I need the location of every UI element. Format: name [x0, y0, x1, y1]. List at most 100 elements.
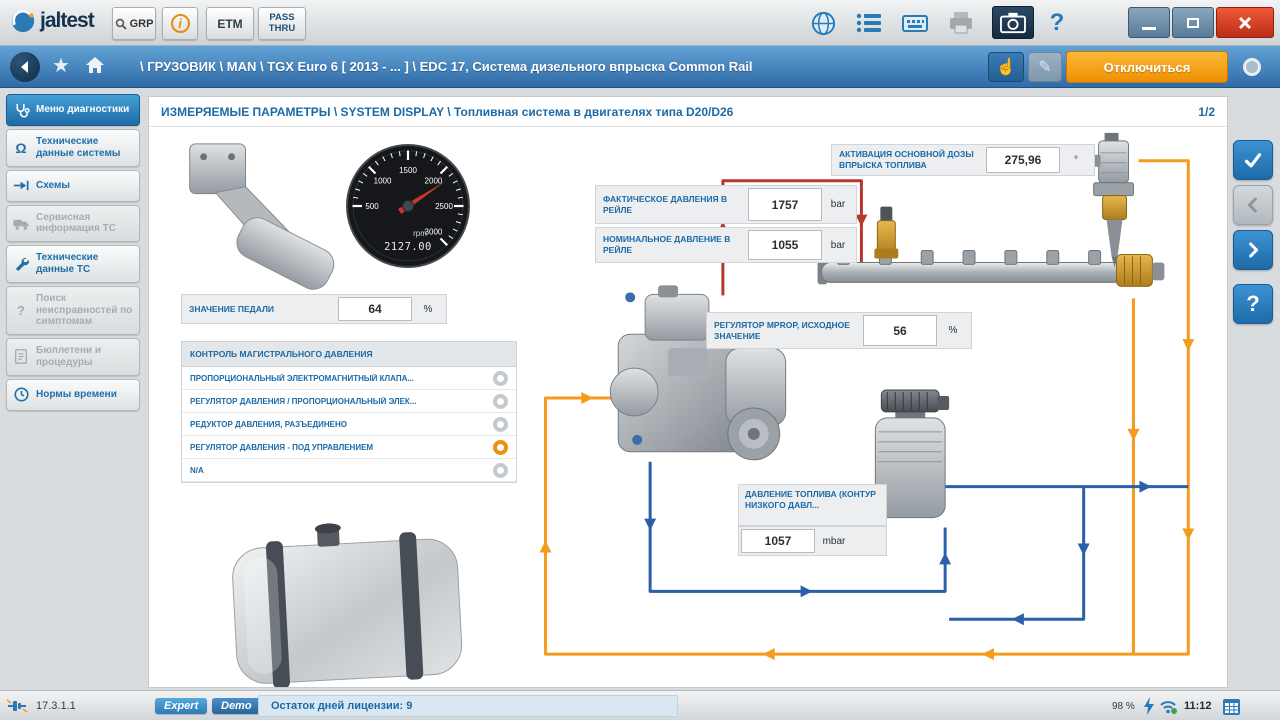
expert-badge: Expert: [155, 691, 208, 720]
pressure-control-option[interactable]: РЕГУЛЯТОР ДАВЛЕНИЯ / ПРОПОРЦИОНАЛЬНЫЙ ЭЛ…: [182, 390, 516, 413]
param-value: 1055: [748, 230, 822, 260]
search-icon: [115, 18, 127, 30]
power-icon: [1143, 691, 1155, 720]
param-label: ЗНАЧЕНИЕ ПЕДАЛИ: [189, 303, 275, 314]
param-unit: %: [423, 303, 433, 315]
print-button[interactable]: [944, 8, 978, 38]
sidebar-menu: Меню диагностики Ω Технические данные си…: [0, 88, 146, 690]
license-days-text: Остаток дней лицензии: 9: [258, 695, 678, 717]
language-globe-button[interactable]: [806, 8, 840, 38]
page-title: ИЗМЕРЯЕМЫЕ ПАРАМЕТРЫ \ SYSTEM DISPLAY \ …: [161, 104, 734, 119]
svg-text:3000: 3000: [425, 227, 443, 236]
info-button[interactable]: i: [162, 7, 198, 40]
sidebar-item-label: Схемы: [36, 179, 70, 191]
common-rail-illustration: [817, 249, 1165, 287]
sidebar-item-label: Нормы времени: [36, 388, 117, 400]
pressure-control-panel: КОНТРОЛЬ МАГИСТРАЛЬНОГО ДАВЛЕНИЯ ПРОПОРЦ…: [181, 341, 517, 483]
report-list-button[interactable]: [852, 8, 886, 38]
param-label: РЕГУЛЯТОР MPROP, ИСХОДНОЕ ЗНАЧЕНИЕ: [714, 319, 850, 341]
sidebar-item-label: Сервисная информация ТС: [36, 211, 116, 235]
printer-icon: [950, 12, 972, 34]
home-button[interactable]: [84, 54, 106, 81]
option-label: ПРОПОРЦИОНАЛЬНЫЙ ЭЛЕКТРОМАГНИТНЫЙ КЛАПА.…: [190, 373, 415, 383]
sidebar-item-time-standards[interactable]: Нормы времени: [6, 378, 140, 411]
top-toolbar: jaltest GRP i ETM PASS THRU ?: [0, 0, 1280, 46]
passthru-button[interactable]: PASS THRU: [258, 7, 306, 40]
globe-icon: [811, 11, 835, 35]
sidebar-item-label: Бюллетени и процедуры: [36, 345, 102, 368]
truck-icon: [11, 214, 31, 232]
calendar-icon[interactable]: [1222, 691, 1241, 720]
close-icon: [1238, 16, 1252, 29]
next-page-button[interactable]: [1233, 230, 1273, 270]
content-title-bar: ИЗМЕРЯЕМЫЕ ПАРАМЕТРЫ \ SYSTEM DISPLAY \ …: [149, 97, 1227, 127]
question-icon: ?: [17, 302, 25, 318]
check-icon: [1244, 153, 1262, 168]
radio-indicator: [493, 416, 508, 432]
version-text: 17.3.1.1: [36, 700, 76, 712]
keyboard-button[interactable]: [898, 8, 932, 38]
svg-text:1000: 1000: [374, 177, 392, 186]
breadcrumb-path: \ ГРУЗОВИК \ MAN \ TGX Euro 6 [ 2013 - .…: [140, 59, 753, 74]
pressure-control-option[interactable]: N/A: [182, 459, 516, 482]
gauge-digital-readout: 2127.00: [384, 241, 432, 253]
param-unit: bar: [830, 199, 846, 210]
window-maximize-button[interactable]: [1172, 7, 1214, 38]
minimize-icon: [1142, 27, 1156, 30]
window-minimize-button[interactable]: [1128, 7, 1170, 38]
pencil-icon: ✎: [1038, 59, 1052, 76]
omega-icon: Ω: [15, 139, 27, 156]
favorite-star-icon[interactable]: ★: [52, 55, 70, 77]
nominal-rail-pressure-param: НОМИНАЛЬНОЕ ДАВЛЕНИЕ В РЕЙЛЕ 1055 bar: [595, 227, 857, 263]
main-content-panel: ИЗМЕРЯЕМЫЕ ПАРАМЕТРЫ \ SYSTEM DISPLAY \ …: [148, 96, 1228, 688]
low-pressure-pipe-blue: [648, 461, 1189, 621]
etm-label: ETM: [217, 16, 243, 31]
home-icon: [86, 57, 104, 73]
pedal-value-param: ЗНАЧЕНИЕ ПЕДАЛИ 64 %: [181, 294, 447, 324]
wrench-icon: [11, 255, 31, 273]
connection-icon: [6, 691, 28, 720]
grp-button[interactable]: GRP: [112, 7, 156, 40]
question-mark-icon: ?: [1246, 291, 1260, 316]
pressure-control-option[interactable]: РЕДУКТОР ДАВЛЕНИЯ, РАЗЪЕДИНЕНО: [182, 413, 516, 436]
back-button[interactable]: [10, 52, 40, 82]
connection-status-led: [1243, 58, 1261, 76]
disconnect-button[interactable]: Отключиться: [1066, 51, 1228, 83]
list-icon: [856, 13, 881, 33]
quick-test-button[interactable]: ☝: [988, 52, 1024, 82]
grp-label: GRP: [129, 17, 154, 30]
jaltest-app-window: jaltest GRP i ETM PASS THRU ? ★ \ ГРУЗОВ…: [0, 0, 1280, 720]
pressure-control-header: КОНТРОЛЬ МАГИСТРАЛЬНОГО ДАВЛЕНИЯ: [182, 342, 516, 367]
pressure-control-option[interactable]: РЕГУЛЯТОР ДАВЛЕНИЯ - ПОД УПРАВЛЕНИЕМ: [182, 436, 516, 459]
breadcrumb-bar: ★ \ ГРУЗОВИК \ MAN \ TGX Euro 6 [ 2013 -…: [0, 46, 1280, 88]
param-unit: mbar: [822, 535, 846, 547]
rail-pressure-sensor-illustration: [874, 206, 899, 259]
page-indicator: 1/2: [1198, 104, 1215, 119]
diagram-help-button[interactable]: ?: [1233, 284, 1273, 324]
brand-name: jaltest: [40, 9, 95, 32]
status-bar: 17.3.1.1 Expert Demo Остаток дней лиценз…: [0, 690, 1280, 720]
etm-button[interactable]: ETM: [206, 7, 254, 40]
option-label: РЕГУЛЯТОР ДАВЛЕНИЯ / ПРОПОРЦИОНАЛЬНЫЙ ЭЛ…: [190, 396, 417, 406]
sidebar-item-diagrams[interactable]: Схемы: [6, 169, 140, 202]
screenshot-camera-button[interactable]: [992, 6, 1034, 39]
sidebar-item-label: Поиск неисправностей по симптомам: [36, 292, 133, 328]
param-label: ФАКТИЧЕСКОЕ ДАВЛЕНИЯ В РЕЙЛЕ: [603, 193, 728, 215]
sidebar-item-vehicle-technical-data[interactable]: Технические данные ТС: [6, 245, 140, 283]
window-close-button[interactable]: [1216, 7, 1274, 38]
sidebar-item-system-technical-data[interactable]: Ω Технические данные системы: [6, 129, 140, 167]
help-icon: ?: [1049, 9, 1065, 36]
injector-illustration: [1090, 132, 1134, 268]
confirm-button[interactable]: [1233, 140, 1273, 180]
param-value: 1757: [748, 188, 822, 221]
param-unit: %: [948, 325, 958, 336]
wifi-icon: [1158, 691, 1178, 720]
sidebar-item-symptom-troubleshooting: ? Поиск неисправностей по симптомам: [6, 285, 140, 336]
back-arrow-icon: [21, 61, 28, 73]
param-label: АКТИВАЦИЯ ОСНОВНОЙ ДОЗЫ ВПРЫСКА ТОПЛИВА: [839, 149, 974, 170]
sidebar-item-diagnostics-menu[interactable]: Меню диагностики: [6, 94, 140, 126]
pressure-control-option[interactable]: ПРОПОРЦИОНАЛЬНЫЙ ЭЛЕКТРОМАГНИТНЫЙ КЛАПА.…: [182, 367, 516, 390]
help-button[interactable]: ?: [1040, 8, 1074, 38]
chevron-right-icon: [1249, 242, 1259, 258]
svg-text:2000: 2000: [425, 177, 443, 186]
